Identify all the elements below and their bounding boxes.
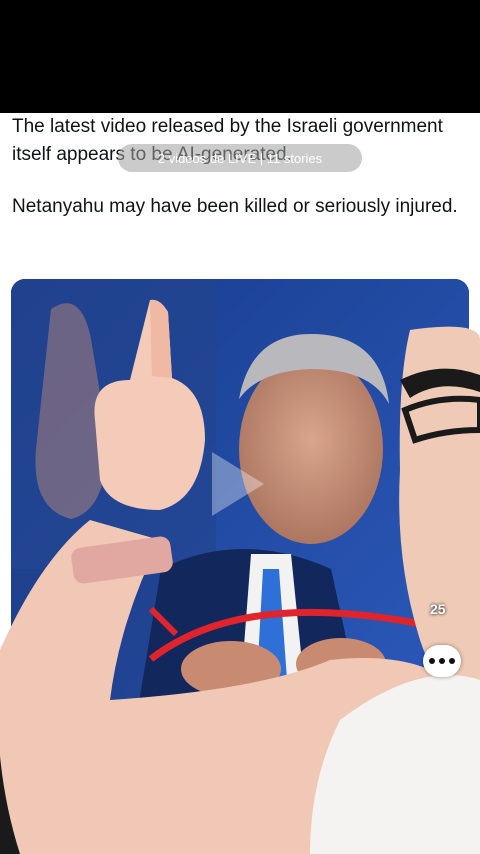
like-count: 25 [430, 601, 446, 617]
play-icon[interactable] [212, 452, 264, 516]
more-icon-dot [449, 658, 455, 664]
more-options-button[interactable] [423, 645, 461, 677]
more-icon-dot [429, 658, 435, 664]
more-icon-dot [439, 658, 445, 664]
creator-overlay [0, 299, 480, 854]
